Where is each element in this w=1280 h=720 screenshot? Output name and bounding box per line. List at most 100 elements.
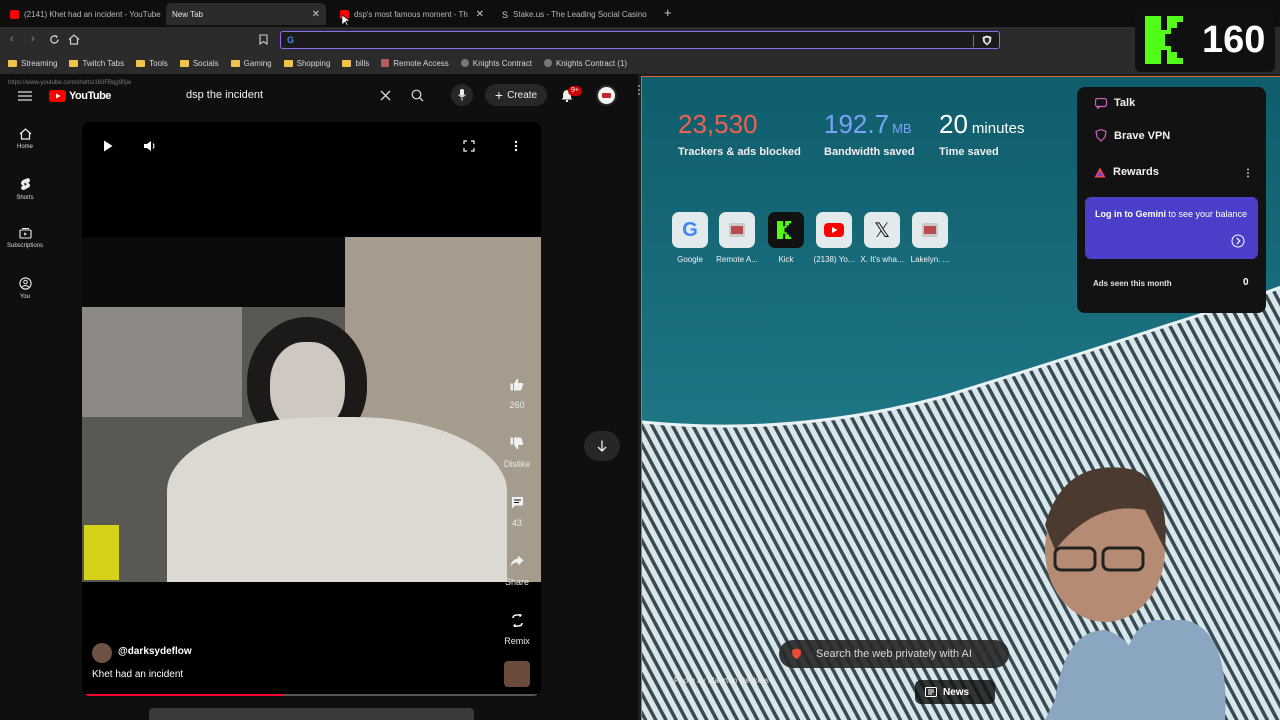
close-icon[interactable]: ✕ [476, 9, 484, 20]
tab-stake[interactable]: S Stake.us - The Leading Social Casino [496, 3, 656, 25]
sidebar-item-home[interactable]: Home [0, 128, 50, 150]
top-site-google[interactable]: G Google [671, 212, 709, 264]
bookmark-remote-access[interactable]: Remote Access [381, 59, 449, 68]
avatar[interactable] [596, 85, 617, 106]
sidebar-label: You [19, 294, 31, 300]
bookmark-label: Remote Access [393, 58, 449, 68]
gemini-login-link[interactable]: Log in to Gemini [1095, 209, 1166, 219]
bandwidth-value: 192.7 [824, 109, 890, 139]
remix-button[interactable]: Remix [498, 610, 536, 646]
top-site-youtube[interactable]: (2138) Yo... [814, 212, 854, 264]
bookmark-twitch-tabs[interactable]: Twitch Tabs [69, 59, 124, 68]
menu-icon[interactable] [18, 91, 32, 101]
bookmark-label: Socials [192, 58, 219, 68]
bookmark-socials[interactable]: Socials [179, 58, 219, 68]
clear-search-icon[interactable] [380, 90, 391, 101]
address-input[interactable] [301, 33, 951, 47]
sidebar-item-subscriptions[interactable]: Subscriptions [0, 227, 50, 249]
create-label: Create [507, 89, 538, 101]
talk-link[interactable]: Talk [1095, 97, 1135, 109]
gemini-login-card[interactable]: Log in to Gemini to see your balance [1085, 197, 1258, 259]
news-icon [925, 687, 937, 697]
bookmarks-bar: Streaming Twitch Tabs Tools Socials Gami… [0, 52, 1280, 74]
folder-icon [179, 59, 189, 67]
fullscreen-icon[interactable] [463, 140, 475, 152]
progress-fill [86, 694, 285, 696]
home-icon[interactable] [68, 34, 80, 45]
bookmark-knights-contract[interactable]: Knights Contract [460, 59, 532, 68]
address-bar[interactable]: G [280, 31, 1000, 49]
sidebar-label: Subscriptions [6, 243, 44, 249]
next-video-preview[interactable] [149, 708, 474, 720]
plus-icon: + [494, 87, 504, 103]
audio-thumbnail[interactable] [504, 661, 530, 687]
brave-shields-icon[interactable] [982, 35, 992, 46]
tab-new-tab[interactable]: New Tab ✕ [166, 3, 326, 25]
folder-icon [136, 59, 146, 67]
tab-dsp-moment[interactable]: dsp's most famous moment - Th ✕ [334, 3, 490, 25]
youtube-logo[interactable]: YouTube [49, 90, 111, 102]
more-options-icon[interactable] [514, 140, 518, 152]
thumbs-down-icon [510, 437, 524, 449]
dislike-button[interactable]: Dislike [498, 433, 536, 469]
bookmark-label: Shopping [296, 58, 331, 68]
google-icon: G [682, 218, 698, 241]
volume-icon[interactable] [143, 140, 157, 152]
top-site-x[interactable]: 𝕏 X. It's wha... [860, 212, 904, 264]
next-video-button[interactable] [584, 431, 620, 461]
photo-credit[interactable]: Photo by Maarten Deckers [674, 676, 769, 685]
reload-icon[interactable] [49, 34, 60, 45]
remix-icon [511, 613, 523, 627]
folder-icon [283, 59, 293, 67]
knights-contract-icon [460, 59, 469, 67]
vpn-shield-icon [1095, 129, 1107, 142]
bookmark-shopping[interactable]: Shopping [283, 58, 331, 68]
rewards-header[interactable]: Rewards [1094, 166, 1159, 178]
bookmark-icon[interactable] [259, 34, 268, 45]
ai-search-box[interactable]: Search the web privately with AI [779, 640, 1009, 668]
sidebar-item-shorts[interactable]: Shorts [0, 178, 50, 201]
progress-bar[interactable] [86, 694, 537, 696]
sidebar-item-you[interactable]: You [0, 277, 50, 300]
channel-avatar[interactable] [92, 643, 112, 663]
shorts-video-player[interactable]: @darksydeflow Khet had an incident [82, 122, 541, 696]
like-button[interactable]: 260 [498, 374, 536, 410]
rewards-menu-icon[interactable] [1246, 168, 1250, 178]
bookmark-knights-contract-1[interactable]: Knights Contract (1) [543, 59, 627, 68]
news-button[interactable]: News [915, 680, 995, 704]
bookmark-bills[interactable]: bills [342, 59, 369, 68]
forward-icon[interactable]: › [31, 33, 35, 45]
time-label: Time saved [939, 146, 999, 158]
stat-time: 20 minutes Time saved [939, 109, 1024, 158]
top-site-lakelyn[interactable]: Lakelyn. ... [911, 212, 949, 264]
chevron-right-circle-icon[interactable] [1231, 234, 1245, 248]
knights-contract-icon [543, 59, 552, 67]
bookmark-label: Tools [149, 58, 168, 68]
video-frame [82, 237, 541, 582]
close-icon[interactable]: ✕ [312, 9, 320, 20]
webcam-overlay [995, 440, 1280, 720]
tab-title: Stake.us - The Leading Social Casino [513, 9, 647, 19]
channel-name[interactable]: @darksydeflow [118, 646, 192, 657]
play-icon[interactable] [103, 140, 113, 152]
new-tab-button[interactable]: + [664, 5, 672, 20]
voice-search-button[interactable] [451, 84, 473, 106]
trackers-count: 23,530 [678, 109, 758, 139]
video-title: Khet had an incident [92, 669, 184, 680]
tab-youtube-khet[interactable]: (2141) Khet had an incident - YouTube [4, 3, 162, 25]
search-icon[interactable] [411, 89, 424, 102]
comments-button[interactable]: 43 [498, 492, 536, 528]
share-icon [510, 555, 524, 567]
stat-bandwidth: 192.7 MB Bandwidth saved [824, 109, 914, 158]
vpn-link[interactable]: Brave VPN [1095, 129, 1170, 142]
back-icon[interactable]: ‹ [10, 33, 14, 45]
bookmark-tools[interactable]: Tools [136, 59, 168, 68]
cursor-icon [342, 15, 350, 27]
top-site-kick[interactable]: Kick [767, 212, 805, 264]
share-button[interactable]: Share [498, 551, 536, 587]
youtube-search-input[interactable]: dsp the incident [176, 84, 404, 106]
bookmark-streaming[interactable]: Streaming [8, 59, 57, 68]
top-site-remote-access[interactable]: Remote A... [716, 212, 758, 264]
create-button[interactable]: + Create [485, 84, 547, 106]
bookmark-gaming[interactable]: Gaming [230, 59, 272, 68]
